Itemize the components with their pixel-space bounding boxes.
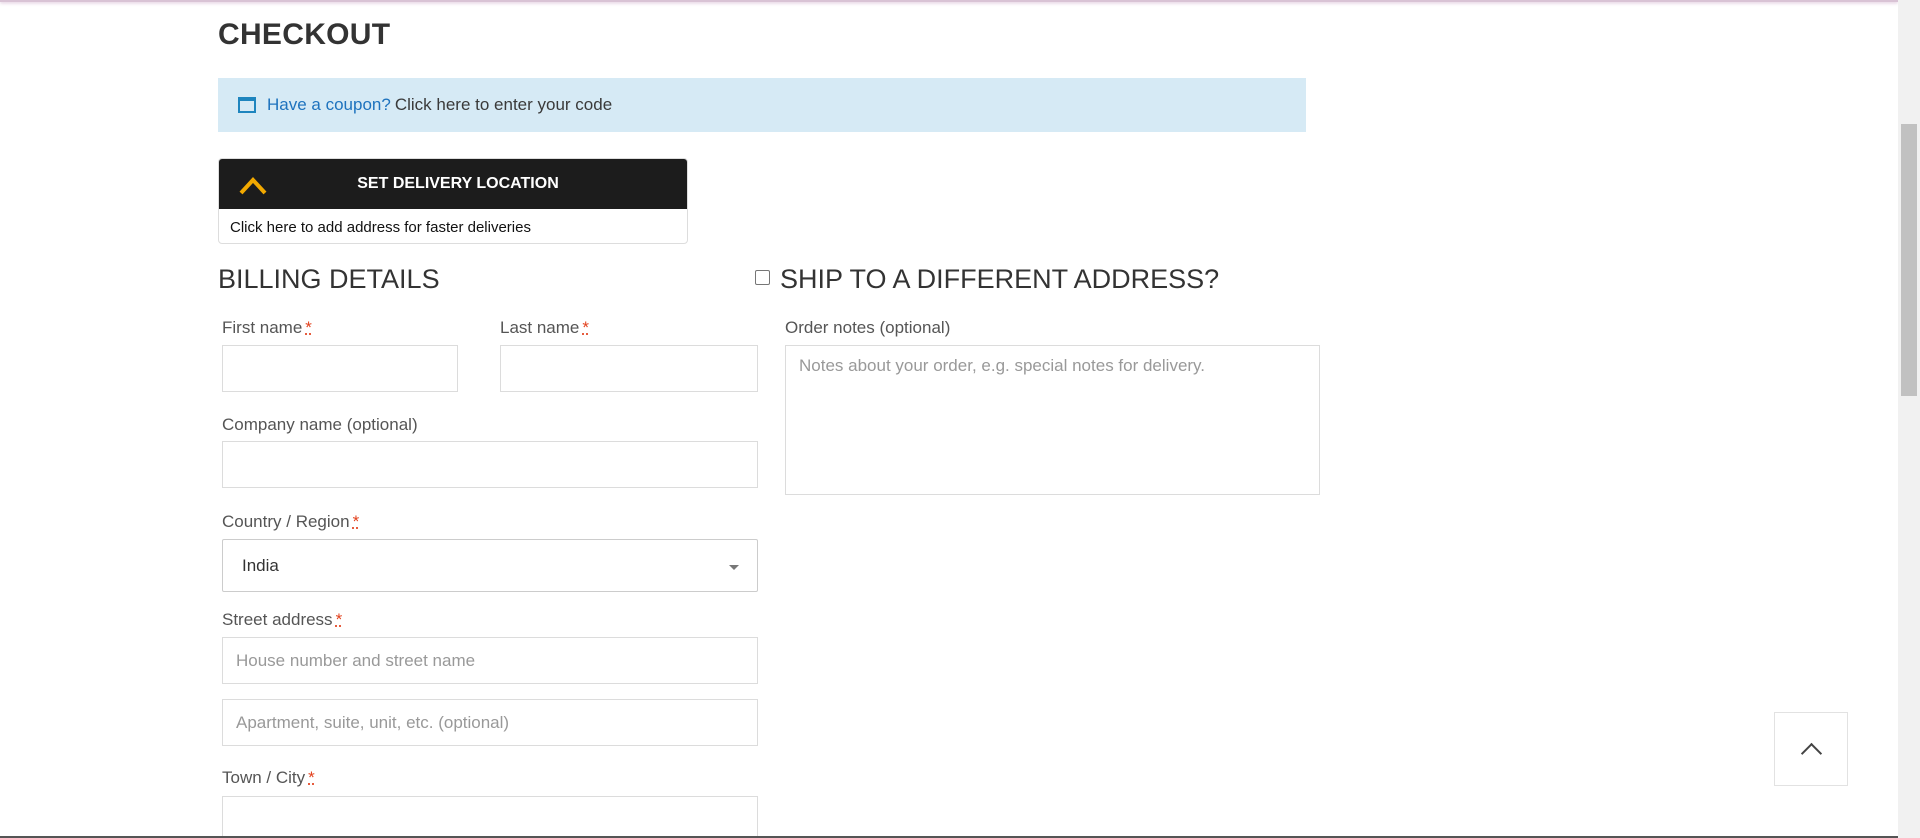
chevron-logo-icon	[239, 177, 267, 195]
ship-different-checkbox[interactable]	[755, 270, 770, 285]
street-label: Street address *	[222, 610, 342, 630]
last-name-label-text: Last name	[500, 318, 580, 337]
ship-different-heading: SHIP TO A DIFFERENT ADDRESS?	[755, 264, 1219, 295]
street-address-input[interactable]: House number and street name	[222, 637, 758, 684]
last-name-input[interactable]	[500, 345, 758, 392]
order-notes-label: Order notes (optional)	[785, 318, 951, 337]
coupon-notice: Have a coupon? Click here to enter your …	[218, 78, 1306, 132]
first-name-input[interactable]	[222, 345, 458, 392]
chevron-up-icon	[1800, 742, 1822, 764]
required-mark: *	[352, 512, 360, 531]
country-label-text: Country / Region	[222, 512, 350, 531]
last-name-label: Last name *	[500, 318, 589, 338]
coupon-link[interactable]: Have a coupon?	[267, 95, 391, 115]
required-mark: *	[582, 318, 590, 337]
company-input[interactable]	[222, 441, 758, 488]
checkout-page: CHECKOUT Have a coupon? Click here to en…	[0, 0, 1920, 838]
first-name-label: First name *	[222, 318, 312, 338]
page-title: CHECKOUT	[218, 18, 391, 51]
scroll-to-top-button[interactable]	[1774, 712, 1848, 786]
city-input[interactable]	[222, 796, 758, 838]
required-mark: *	[335, 610, 343, 629]
city-label: Town / City *	[222, 768, 315, 788]
coupon-toggle-text[interactable]: Click here to enter your code	[395, 95, 612, 115]
country-select[interactable]: India	[222, 539, 758, 592]
country-selected-value: India	[242, 555, 279, 575]
delivery-subtitle[interactable]: Click here to add address for faster del…	[219, 209, 687, 236]
order-notes-textarea[interactable]: Notes about your order, e.g. special not…	[785, 345, 1320, 495]
delivery-title: SET DELIVERY LOCATION	[357, 175, 559, 192]
company-label: Company name (optional)	[222, 415, 418, 434]
window-icon	[238, 97, 256, 113]
header-shadow	[0, 0, 1898, 2]
page-scrollbar[interactable]	[1898, 0, 1920, 838]
city-label-text: Town / City	[222, 768, 306, 787]
delivery-header[interactable]: SET DELIVERY LOCATION	[219, 159, 687, 209]
street-label-text: Street address	[222, 610, 333, 629]
billing-heading: BILLING DETAILS	[218, 264, 440, 294]
first-name-label-text: First name	[222, 318, 303, 337]
required-mark: *	[305, 318, 312, 337]
ship-different-label[interactable]: SHIP TO A DIFFERENT ADDRESS?	[780, 264, 1219, 295]
street-address-2-input[interactable]: Apartment, suite, unit, etc. (optional)	[222, 699, 758, 746]
scrollbar-thumb[interactable]	[1901, 124, 1917, 396]
caret-down-icon	[729, 565, 739, 570]
required-mark: *	[308, 768, 315, 787]
country-label: Country / Region *	[222, 512, 359, 532]
delivery-location-widget[interactable]: SET DELIVERY LOCATION Click here to add …	[218, 158, 688, 244]
